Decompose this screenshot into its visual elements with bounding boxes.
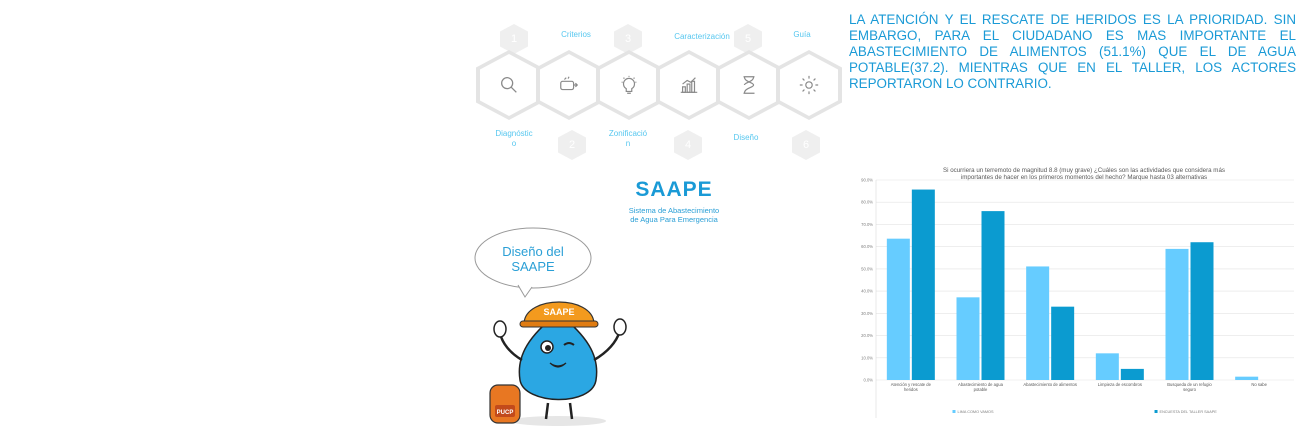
bar (1190, 242, 1214, 380)
bar-chart: Si ocurriera un terremoto de magnitud 8.… (848, 158, 1300, 424)
y-tick-label: 10.0% (861, 355, 873, 360)
bar (1120, 368, 1144, 380)
x-category-label: No sabe (1251, 382, 1267, 387)
y-tick-label: 0.0% (863, 378, 873, 383)
magnifier-icon (480, 54, 538, 116)
step-number-badge: 5 (734, 24, 762, 54)
step-label-criterios: Criterios (561, 30, 591, 39)
speech-bubble-text: SAAPE (511, 259, 555, 274)
step-number-badge: 4 (674, 130, 702, 160)
process-steps-diagram: 1 3 5 2 4 6 Criterios Caracterización Gu… (470, 10, 842, 160)
lightbulb-icon (600, 54, 658, 116)
y-tick-label: 20.0% (861, 333, 873, 338)
y-tick-label: 70.0% (861, 222, 873, 227)
bar-chart-svg: Si ocurriera un terremoto de magnitud 8.… (861, 167, 1294, 418)
y-tick-label: 50.0% (861, 266, 873, 271)
hourglass-icon (720, 54, 778, 116)
helmet-label: SAAPE (543, 307, 574, 317)
step-label-caracterizacion: Caracterización (674, 32, 730, 41)
bar (886, 238, 910, 380)
saape-logo-subtitle: de Agua Para Emergencia (630, 215, 718, 224)
legend-swatch (952, 410, 956, 413)
x-category-label: heridos (904, 387, 918, 392)
step-label-zonificacion: Zonificació n (608, 129, 648, 148)
route-icon (540, 54, 598, 116)
step-number-badge: 2 (558, 130, 586, 160)
step-label-guia: Guía (793, 30, 811, 39)
x-category-label: potable (974, 387, 988, 392)
bar (981, 211, 1005, 380)
backpack-label: PUCP (497, 410, 514, 416)
summary-paragraph: LA ATENCIÓN Y EL RESCATE DE HERIDOS ES L… (849, 12, 1296, 91)
y-tick-label: 30.0% (861, 311, 873, 316)
speech-bubble-text: Diseño del (502, 244, 564, 259)
step-number-badge: 6 (792, 130, 820, 160)
bar (956, 297, 980, 380)
bar (1051, 306, 1075, 380)
step-label-diagnostico: Diagnóstic o (495, 129, 533, 148)
y-tick-label: 40.0% (861, 289, 873, 294)
chart-title: Si ocurriera un terremoto de magnitud 8.… (943, 167, 1225, 174)
saape-logo-subtitle: Sistema de Abastecimiento (628, 206, 720, 215)
bar (1095, 353, 1119, 380)
y-tick-label: 60.0% (861, 244, 873, 249)
y-tick-label: 90.0% (861, 178, 873, 183)
step-number-badge: 1 (500, 24, 528, 54)
x-category-label: Abastecimiento de alimentos (1023, 382, 1077, 387)
bar (1026, 266, 1050, 380)
legend-swatch (1154, 410, 1158, 413)
bar (1235, 376, 1259, 380)
step-number-badge: 3 (614, 24, 642, 54)
step-label-diseno: Diseño (733, 133, 759, 142)
legend-label: ENCUESTA DEL TALLER SAAPE (1160, 410, 1218, 414)
bar (911, 189, 935, 380)
saape-logo-title: SAAPE (635, 178, 713, 201)
x-category-label: seguro (1183, 387, 1196, 392)
y-tick-label: 80.0% (861, 200, 873, 205)
x-category-label: Limpieza de escombros (1098, 382, 1142, 387)
legend-label: LIMA COMO VAMOS (958, 410, 994, 414)
bar-growth-icon (660, 54, 718, 116)
bar (1165, 248, 1189, 380)
gear-icon (780, 54, 838, 116)
